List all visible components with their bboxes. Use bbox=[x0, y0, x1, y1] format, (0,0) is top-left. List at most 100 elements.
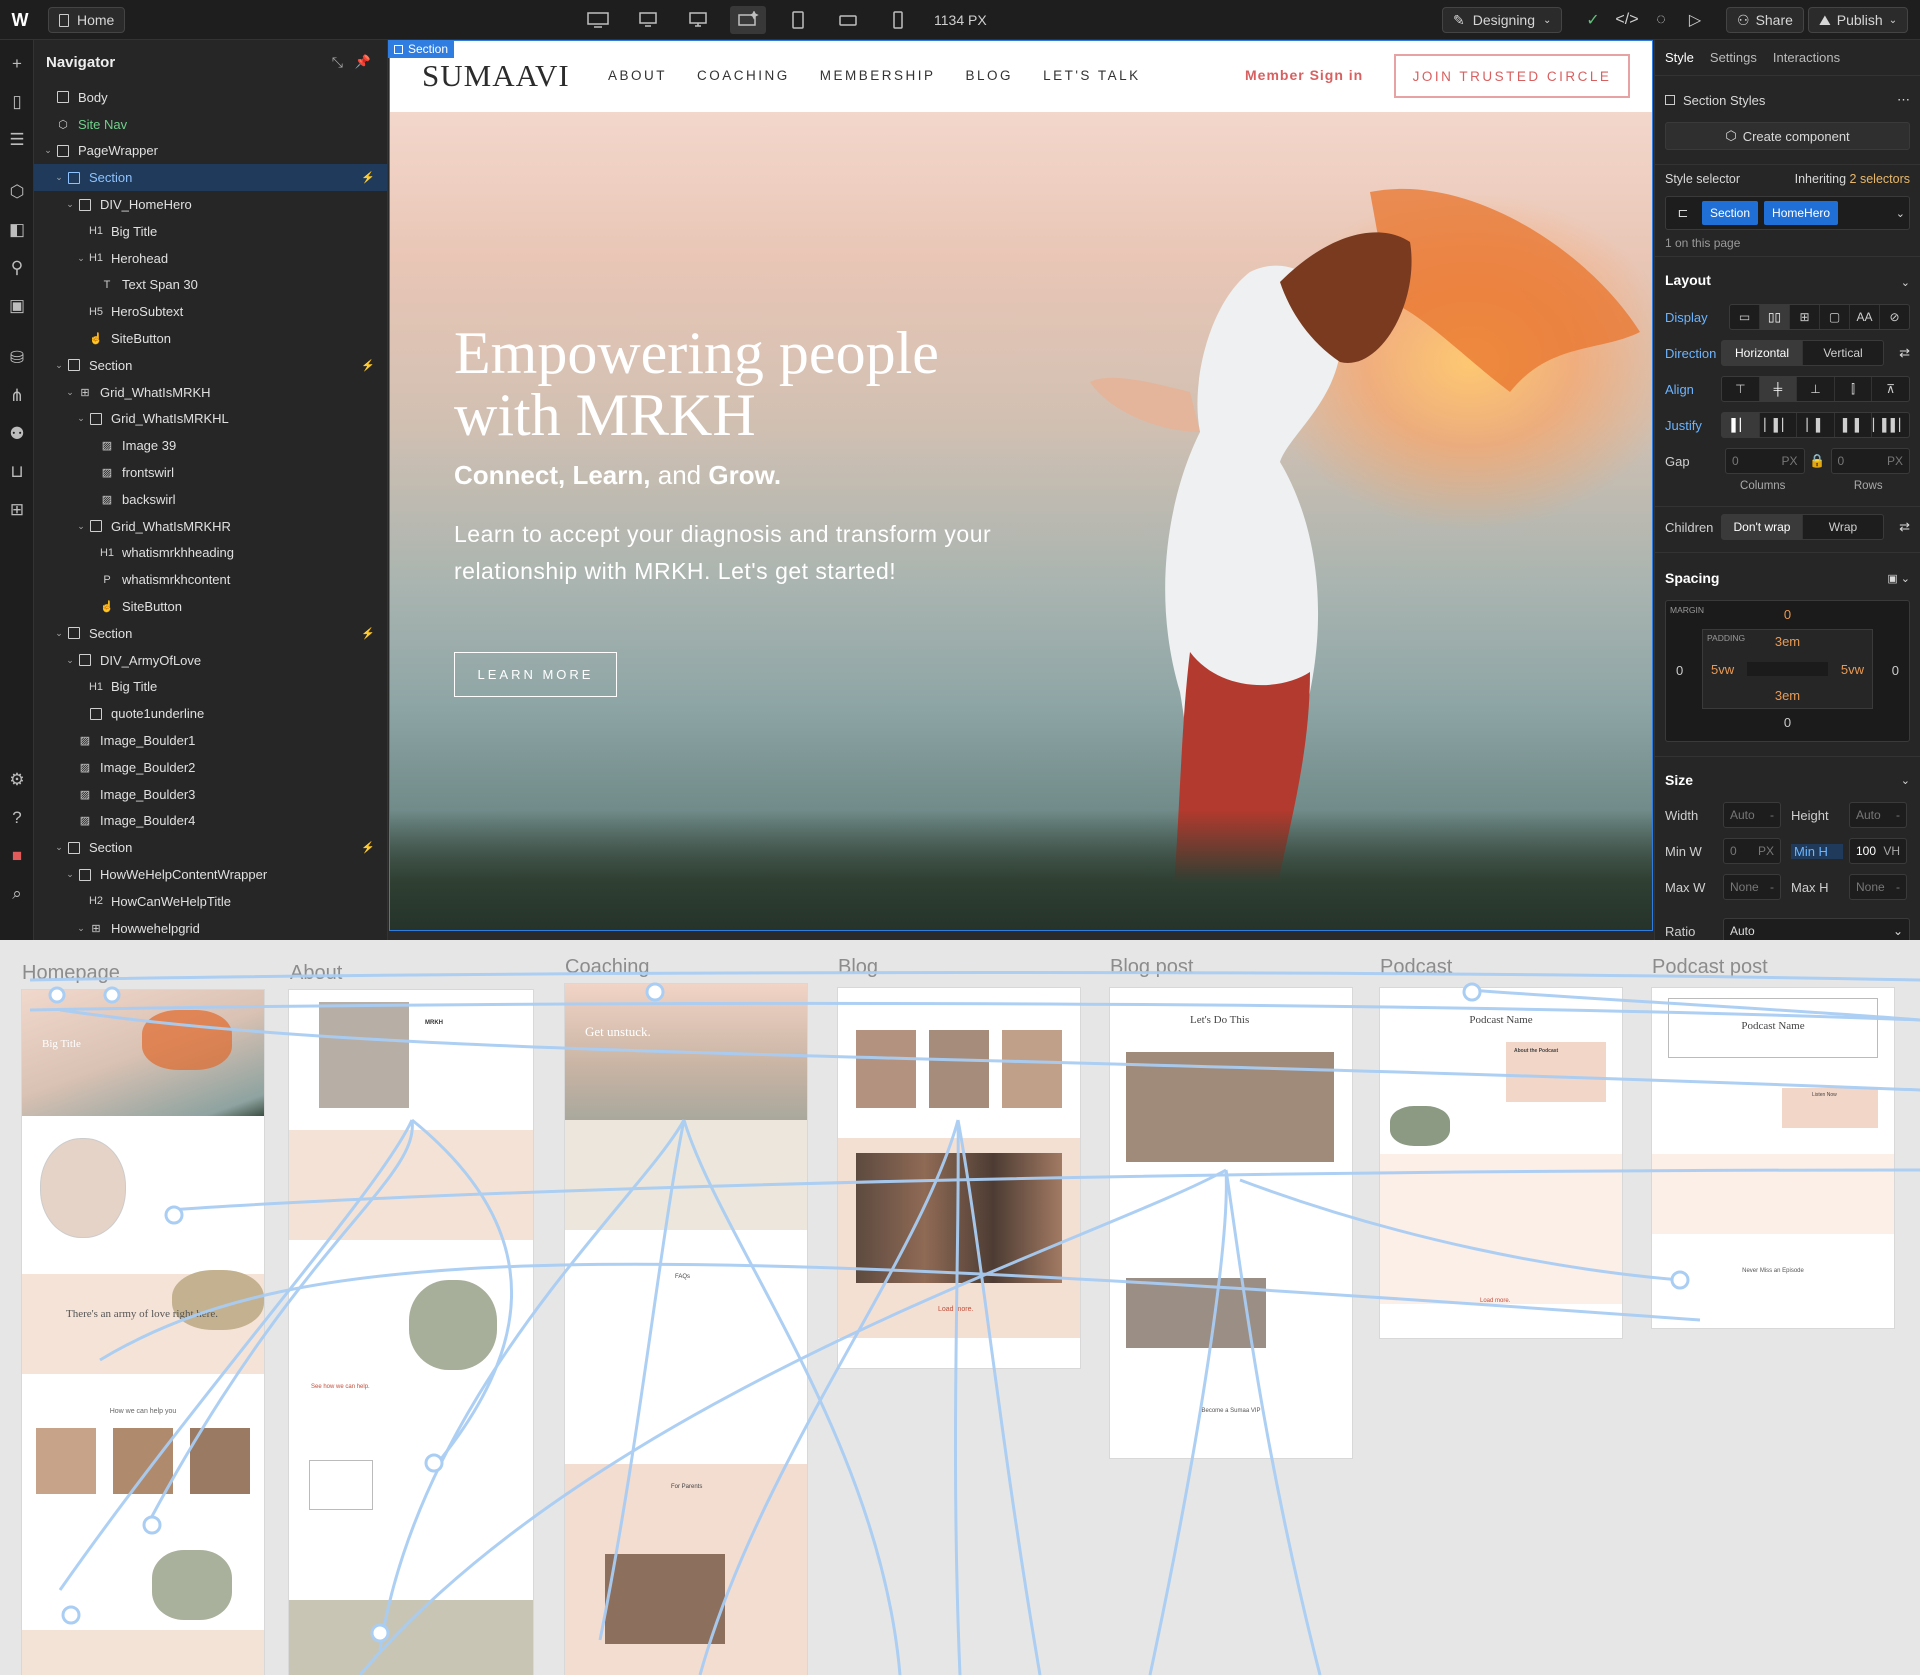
display-inline-block-icon[interactable]: ▢ bbox=[1820, 305, 1850, 329]
height-input[interactable]: Auto - bbox=[1849, 802, 1907, 828]
align-end-icon[interactable]: ⊥ bbox=[1797, 377, 1835, 401]
navigator-item[interactable]: ⬡ Site Nav bbox=[34, 111, 387, 138]
desktop-medium-icon[interactable] bbox=[630, 6, 666, 34]
menu-item-membership[interactable]: MEMBERSHIP bbox=[820, 68, 936, 83]
navigator-item[interactable]: ▨ Image_Boulder3 bbox=[34, 781, 387, 808]
reverse-icon[interactable]: ⇄ bbox=[1884, 345, 1910, 361]
frame-podcast-post[interactable]: Podcast Name Listen Now Never Miss an Ep… bbox=[1652, 988, 1894, 1328]
navigator-item[interactable]: ▨ Image_Boulder2 bbox=[34, 754, 387, 781]
navigator-item[interactable]: ⌄ Grid_WhatIsMRKHL bbox=[34, 406, 387, 433]
navigator-item[interactable]: ⌄ Section ⚡ bbox=[34, 834, 387, 861]
width-input[interactable]: Auto - bbox=[1723, 802, 1781, 828]
assets-icon[interactable]: ▣ bbox=[5, 294, 29, 318]
page-selector[interactable]: Home bbox=[48, 7, 126, 33]
frame-about[interactable]: MRKH See how we can help. bbox=[289, 990, 533, 1675]
chevron-down-icon[interactable]: ⌄ bbox=[64, 387, 76, 398]
margin-right-value[interactable]: 0 bbox=[1892, 663, 1899, 678]
collapse-icon[interactable]: ⤡ bbox=[332, 54, 343, 71]
navigator-item[interactable]: ▨ Image_Boulder4 bbox=[34, 808, 387, 835]
chevron-down-icon[interactable]: ▣ ⌄ bbox=[1665, 572, 1910, 585]
justify-start-icon[interactable]: ▌▏ bbox=[1722, 413, 1760, 437]
navigator-item[interactable]: H2 HowCanWeHelpTitle bbox=[34, 888, 387, 915]
gap-columns-input[interactable]: 0 PX bbox=[1725, 448, 1805, 474]
padding-left-value[interactable]: 5vw bbox=[1711, 662, 1734, 677]
style-manager-icon[interactable]: ◧ bbox=[5, 218, 29, 242]
mobile-landscape-icon[interactable] bbox=[830, 6, 866, 34]
chevron-down-icon[interactable]: ⌄ bbox=[53, 360, 65, 371]
align-center-icon[interactable]: ╪ bbox=[1759, 377, 1798, 401]
desktop-large-icon[interactable] bbox=[580, 6, 616, 34]
chevron-down-icon[interactable]: ⌄ bbox=[75, 413, 87, 424]
inheriting-count[interactable]: 2 selectors bbox=[1850, 172, 1910, 186]
frame-coaching[interactable]: Get unstuck. FAQs For Parents bbox=[565, 984, 807, 1675]
chevron-down-icon[interactable]: ⌄ bbox=[53, 628, 65, 639]
users-icon[interactable]: ⚉ bbox=[5, 422, 29, 446]
home-hero[interactable]: Empowering people with MRKH Connect, Lea… bbox=[390, 112, 1652, 930]
margin-bottom-value[interactable]: 0 bbox=[1666, 715, 1909, 730]
navigator-item[interactable]: ⌄ DIV_ArmyOfLove bbox=[34, 647, 387, 674]
direction-vertical[interactable]: Vertical bbox=[1803, 341, 1883, 365]
wrap-reverse-icon[interactable]: ⇄ bbox=[1884, 519, 1910, 535]
min-h-input[interactable]: 100 VH bbox=[1849, 838, 1907, 864]
navigator-item[interactable]: ⌄ ⊞ Grid_WhatIsMRKH bbox=[34, 379, 387, 406]
share-button[interactable]: ⚇ Share bbox=[1726, 7, 1804, 33]
navigator-item[interactable]: Pwhatismrkhcontent bbox=[34, 566, 387, 593]
code-icon[interactable]: </> bbox=[1614, 7, 1640, 33]
navigator-item[interactable]: ⌄ Section ⚡ bbox=[34, 352, 387, 379]
add-icon[interactable]: + bbox=[5, 52, 29, 76]
align-stretch-icon[interactable]: ⫿ bbox=[1835, 377, 1873, 401]
navigator-item[interactable]: ▨ Image 39 bbox=[34, 432, 387, 459]
max-h-input[interactable]: None - bbox=[1849, 874, 1907, 900]
chevron-down-icon[interactable]: ⌄ bbox=[1896, 207, 1905, 220]
navigator-item[interactable]: quote1underline bbox=[34, 700, 387, 727]
site-nav[interactable]: SUMAAVI ABOUT COACHING MEMBERSHIP BLOG L… bbox=[390, 40, 1652, 112]
preview-play-icon[interactable]: ▷ bbox=[1682, 7, 1708, 33]
menu-item-blog[interactable]: BLOG bbox=[966, 68, 1014, 83]
podcast-load-more[interactable]: Load more. bbox=[1480, 1298, 1510, 1304]
navigator-item[interactable]: ☝ SiteButton bbox=[34, 593, 387, 620]
mode-dropdown[interactable]: ✎ Designing ⌄ bbox=[1442, 7, 1563, 33]
chevron-down-icon[interactable]: ⌄ bbox=[64, 199, 76, 210]
lock-icon[interactable]: 🔒 bbox=[1809, 453, 1827, 469]
gap-rows-input[interactable]: 0 PX bbox=[1830, 448, 1910, 474]
check-circle-icon[interactable]: ✓ bbox=[1580, 7, 1606, 33]
chevron-down-icon[interactable]: ⌄ bbox=[75, 923, 87, 934]
navigator-icon[interactable]: ☰ bbox=[5, 128, 29, 152]
navigator-item[interactable]: H1 Big Title bbox=[34, 218, 387, 245]
display-block-icon[interactable]: ▭ bbox=[1730, 305, 1760, 329]
justify-between-icon[interactable]: ▌ ▌ bbox=[1835, 413, 1873, 437]
search-icon[interactable]: ⌕ bbox=[5, 882, 29, 906]
pin-icon[interactable]: 📌 bbox=[355, 54, 371, 70]
padding-bottom-value[interactable]: 3em bbox=[1703, 688, 1872, 703]
navigator-item[interactable]: H1 whatismrkhheading bbox=[34, 540, 387, 567]
navigator-item[interactable]: T Text Span 30 bbox=[34, 272, 387, 299]
justify-end-icon[interactable]: ▏▌ bbox=[1797, 413, 1835, 437]
tab-style[interactable]: Style bbox=[1665, 50, 1694, 65]
navigator-item[interactable]: ⌄ ⊞ Howwehelpgrid bbox=[34, 915, 387, 940]
desktop-icon[interactable] bbox=[680, 6, 716, 34]
display-inline-icon[interactable]: AA bbox=[1850, 305, 1880, 329]
record-icon[interactable]: ■ bbox=[5, 844, 29, 868]
menu-item-coaching[interactable]: COACHING bbox=[697, 68, 790, 83]
blog-load-more[interactable]: Load more. bbox=[938, 1306, 973, 1313]
selector-field[interactable]: ⊏ Section HomeHero ⌄ bbox=[1665, 196, 1910, 230]
ratio-select[interactable]: Auto ⌄ bbox=[1723, 918, 1910, 940]
site-logo[interactable]: SUMAAVI bbox=[422, 58, 570, 94]
tab-settings[interactable]: Settings bbox=[1710, 50, 1757, 65]
chip-section[interactable]: Section bbox=[1702, 201, 1759, 225]
pages-icon[interactable]: ▯ bbox=[5, 90, 29, 114]
wrap-dont[interactable]: Don't wrap bbox=[1722, 515, 1803, 539]
navigator-item[interactable]: ⌄ H1 Herohead bbox=[34, 245, 387, 272]
padding-right-value[interactable]: 5vw bbox=[1841, 662, 1864, 677]
display-grid-icon[interactable]: ⊞ bbox=[1790, 305, 1820, 329]
justify-around-icon[interactable]: ▏▌▌▏ bbox=[1872, 413, 1909, 437]
tablet-icon[interactable] bbox=[780, 6, 816, 34]
chip-homehero[interactable]: HomeHero bbox=[1764, 201, 1839, 225]
margin-left-value[interactable]: 0 bbox=[1676, 663, 1683, 678]
chevron-down-icon[interactable]: ⌄ bbox=[1665, 276, 1910, 289]
navigator-item[interactable]: ⌄ Section ⚡ bbox=[34, 620, 387, 647]
settings-gear-icon[interactable]: ⚙ bbox=[5, 768, 29, 792]
display-none-icon[interactable]: ⊘ bbox=[1880, 305, 1909, 329]
frame-blog-post[interactable]: Let's Do This Become a Sumaa VIP bbox=[1110, 988, 1352, 1458]
cms-icon[interactable]: ⛁ bbox=[5, 346, 29, 370]
